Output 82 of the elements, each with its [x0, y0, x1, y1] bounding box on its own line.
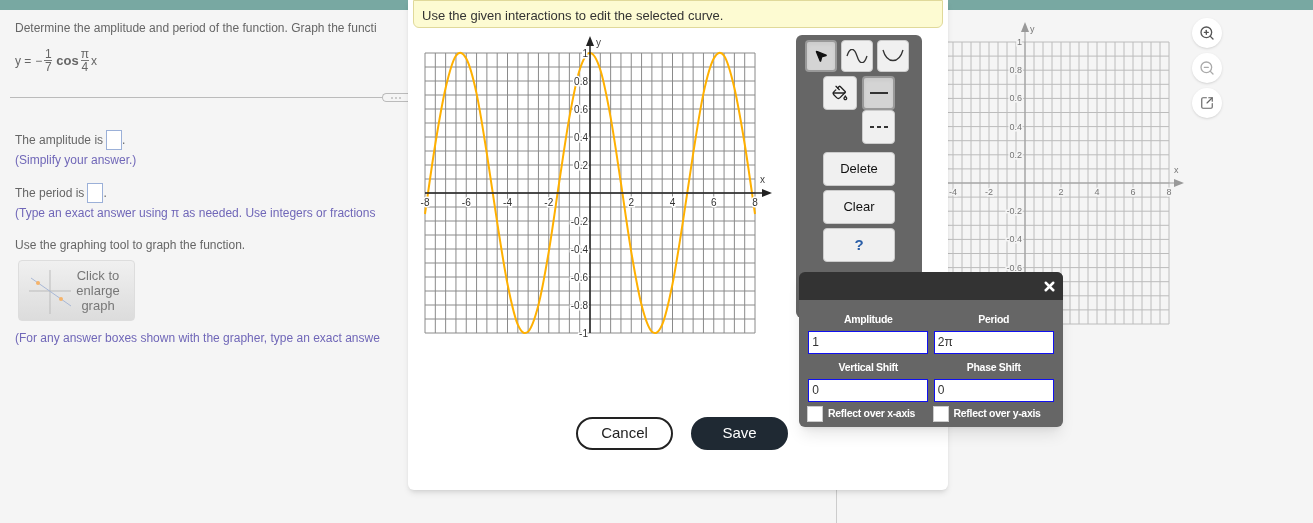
action-button[interactable]: Delete — [823, 152, 895, 186]
cancel-button[interactable]: Cancel — [576, 417, 673, 450]
tick-label: -2 — [544, 197, 554, 208]
property-field[interactable]: 0 — [808, 378, 929, 402]
tick-label: -0.6 — [1006, 262, 1022, 273]
property-field[interactable]: 0 — [933, 378, 1054, 402]
footnote: (For any answer boxes shown with the grapher, type an exact answe — [15, 330, 381, 347]
tick-label: -2 — [985, 187, 993, 197]
tick-label: 2 — [1058, 187, 1064, 197]
tick-label: 6 — [1130, 187, 1136, 197]
solid-line-icon — [869, 92, 888, 94]
instruction-banner: Use the given interactions to edit the selected curve. — [413, 0, 943, 28]
answer-period: . — [103, 185, 107, 202]
line-style-button[interactable] — [862, 110, 895, 144]
graph-prompt: Use the graphing tool to graph the function. — [15, 237, 247, 254]
axis-label: y — [596, 37, 601, 48]
enlarge-graph-button[interactable]: Click to enlarge graph — [18, 260, 135, 321]
tick-label: -6 — [461, 197, 471, 208]
pointer-icon — [814, 49, 828, 63]
tick-label: 8 — [1166, 187, 1172, 197]
paint-bucket-icon — [832, 85, 848, 101]
checkbox-label: Reflect over x-axis — [828, 405, 916, 421]
tick-label: 1 — [1017, 37, 1022, 47]
tick-label: 0.4 — [574, 132, 588, 143]
tick-label: 0.4 — [1009, 121, 1022, 132]
sine-wave-icon — [846, 49, 868, 63]
axis-label: y — [1030, 24, 1035, 34]
fraction-numerator: π — [80, 48, 90, 60]
pop-out-button[interactable] — [1192, 88, 1222, 118]
tick-label: -0.6 — [570, 272, 588, 283]
field-label: Period — [978, 312, 1010, 327]
answer-label: The period is — [15, 185, 85, 202]
tick-label: 4 — [669, 197, 676, 208]
line-style-button[interactable] — [862, 76, 895, 110]
tick-label: -1 — [579, 328, 588, 339]
answer-label: The amplitude is — [15, 132, 104, 149]
answer-hint: (Type an exact answer using π as needed. Use integers or fractions — [15, 205, 377, 222]
tick-label: -0.2 — [1006, 206, 1022, 217]
axis-label: x — [760, 174, 765, 185]
tick-label: 2 — [628, 197, 635, 208]
zoom-in-button[interactable] — [1192, 18, 1222, 48]
tick-label: 0.6 — [574, 104, 588, 115]
tick-label: -0.8 — [570, 300, 588, 311]
zoom-out-icon — [1199, 60, 1215, 76]
tool-button[interactable] — [877, 40, 909, 72]
dashed-line-icon — [869, 126, 888, 128]
external-link-icon — [1200, 96, 1214, 110]
parabola-icon — [882, 49, 904, 63]
tick-label: 0.8 — [1009, 65, 1022, 76]
axis-label: x — [1174, 165, 1179, 175]
checkbox-label: Reflect over y-axis — [953, 405, 1041, 421]
tick-label: 6 — [710, 197, 717, 208]
tick-label: 0.2 — [1009, 149, 1022, 160]
field-label: Amplitude — [843, 312, 893, 327]
dots-icon — [390, 96, 401, 99]
tick-label: -0.2 — [570, 216, 588, 227]
fraction-denominator: 4 — [81, 61, 89, 73]
zoom-in-icon — [1199, 25, 1215, 41]
fraction-denominator: 7 — [45, 61, 52, 73]
tick-label: -0.4 — [1006, 234, 1022, 245]
tick-label: 0.6 — [1009, 93, 1022, 104]
field-label: Vertical Shift — [838, 359, 898, 375]
help-button[interactable]: ? — [823, 228, 895, 262]
action-button[interactable]: Clear — [823, 190, 895, 224]
tick-label: 4 — [1094, 187, 1100, 197]
tick-label: 0.2 — [574, 160, 588, 171]
tick-label: 1 — [582, 48, 588, 59]
question-prompt: Determine the amplitude and period of the function. Graph the functi — [15, 20, 378, 36]
checkbox[interactable] — [932, 405, 949, 422]
fill-button[interactable] — [823, 76, 857, 110]
answer-hint: (Simplify your answer.) — [15, 152, 138, 169]
checkbox[interactable] — [807, 405, 823, 422]
tick-label: -4 — [949, 187, 957, 197]
fraction-numerator: 1 — [45, 48, 52, 60]
property-field[interactable]: 2π — [933, 330, 1054, 354]
property-field[interactable]: 1 — [808, 330, 929, 354]
answer-period: . — [122, 132, 126, 149]
field-label: Phase Shift — [966, 359, 1021, 375]
tool-button[interactable] — [805, 40, 837, 72]
save-button[interactable]: Save — [691, 417, 788, 450]
tick-label: -0.4 — [570, 244, 588, 255]
tool-button[interactable] — [841, 40, 873, 72]
